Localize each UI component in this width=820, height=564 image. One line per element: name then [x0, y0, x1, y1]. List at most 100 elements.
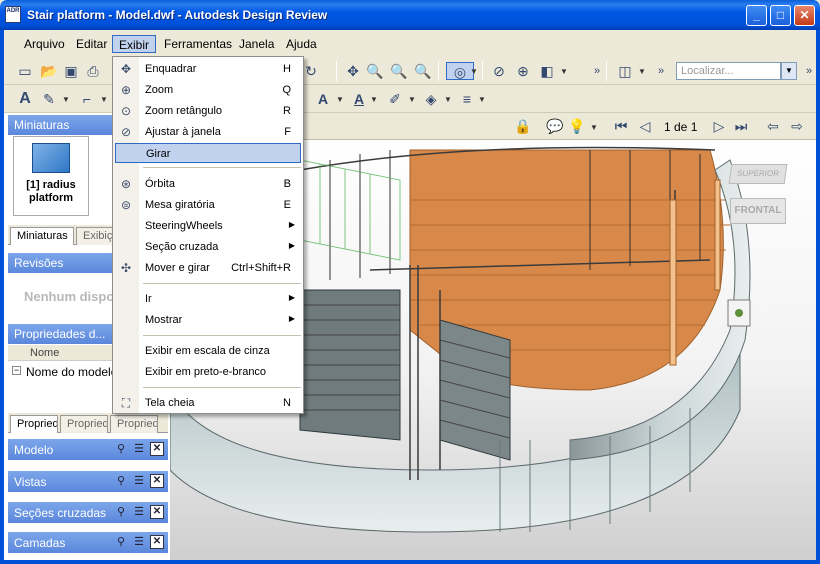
- fit-tool-icon[interactable]: 🔍: [414, 62, 432, 80]
- menu-janela[interactable]: Janela: [233, 35, 280, 53]
- menu-editar[interactable]: Editar: [70, 35, 113, 53]
- secoes-header[interactable]: Seções cruzadas ⚲ ☰ ✕: [8, 502, 168, 524]
- title-bar: ADR Stair platform - Model.dwf - Autodes…: [0, 0, 820, 30]
- comment-icon[interactable]: 💬: [546, 117, 564, 135]
- search-dropdown-icon[interactable]: ▼: [781, 62, 797, 80]
- list-icon[interactable]: ☰: [132, 474, 146, 488]
- pin-icon[interactable]: ⚲: [114, 535, 128, 549]
- rotate-icon[interactable]: ↻: [302, 62, 320, 80]
- menu-ajuda[interactable]: Ajuda: [280, 35, 323, 53]
- collapse-icon[interactable]: −: [12, 366, 21, 375]
- menu-arquivo[interactable]: Arquivo: [18, 35, 71, 53]
- line-color-icon[interactable]: ✐: [386, 90, 404, 108]
- properties-tabs: Propried Propried Propried: [8, 413, 168, 433]
- tab-propriedades-2[interactable]: Propried: [60, 415, 108, 433]
- light-icon[interactable]: 💡: [568, 117, 586, 135]
- vistas-title: Vistas: [14, 475, 47, 489]
- pin-icon[interactable]: ⚲: [114, 505, 128, 519]
- new-icon[interactable]: ▭: [16, 62, 34, 80]
- menu-item-zoom-retangulo[interactable]: ⊙ Zoom retângulo R: [113, 101, 303, 121]
- menu-item-ajustar-janela[interactable]: ⊘ Ajustar à janela F: [113, 122, 303, 142]
- turntable-tool-icon[interactable]: ⊕: [514, 62, 532, 80]
- modelo-header[interactable]: Modelo ⚲ ☰ ✕: [8, 439, 168, 461]
- save-icon[interactable]: ▣: [62, 62, 80, 80]
- menu-ferramentas[interactable]: Ferramentas: [158, 35, 238, 53]
- menu-item-zoom[interactable]: ⊕ Zoom Q: [113, 80, 303, 100]
- turntable-icon: ⊜: [120, 198, 132, 212]
- tab-miniaturas[interactable]: Miniaturas: [10, 227, 74, 245]
- viewcube-top[interactable]: SUPERIOR: [728, 164, 788, 184]
- thumbnail-label-2: platform: [29, 192, 73, 204]
- tab-propriedades-3[interactable]: Propried: [110, 415, 158, 433]
- camadas-header[interactable]: Camadas ⚲ ☰ ✕: [8, 532, 168, 554]
- lock-icon[interactable]: 🔒: [514, 117, 532, 135]
- more-tools-icon-2[interactable]: »: [652, 62, 670, 80]
- first-page-icon[interactable]: ⏮: [612, 117, 630, 135]
- open-icon[interactable]: 📂: [40, 62, 58, 80]
- vistas-header[interactable]: Vistas ⚲ ☰ ✕: [8, 471, 168, 493]
- pan-tool-icon[interactable]: ✥: [344, 62, 362, 80]
- close-icon[interactable]: ✕: [150, 505, 164, 519]
- font-color-icon[interactable]: A: [350, 90, 368, 108]
- submenu-arrow-icon: ▶: [288, 241, 295, 250]
- font-icon[interactable]: A: [314, 90, 332, 108]
- last-page-icon[interactable]: ⏭: [732, 117, 750, 135]
- more-tools-icon[interactable]: »: [588, 62, 606, 80]
- page-indicator: 1 de 1: [664, 120, 698, 134]
- close-icon[interactable]: ✕: [150, 474, 164, 488]
- menu-item-enquadrar[interactable]: ✥ Enquadrar H: [113, 59, 303, 79]
- close-icon[interactable]: ✕: [150, 442, 164, 456]
- viewcube-front[interactable]: FRONTAL: [730, 198, 786, 224]
- forward-icon[interactable]: ⇨: [788, 117, 806, 135]
- menu-exibir[interactable]: Exibir: [112, 35, 157, 53]
- menu-item-secao-cruzada[interactable]: Seção cruzada ▶: [113, 237, 303, 257]
- cube-thumbnail-icon: [32, 143, 70, 173]
- fill-color-icon[interactable]: ◈: [422, 90, 440, 108]
- submenu-arrow-icon: ▶: [288, 220, 295, 229]
- list-icon[interactable]: ☰: [132, 535, 146, 549]
- orbit-tool-icon[interactable]: ⊘: [490, 62, 508, 80]
- modelo-title: Modelo: [14, 443, 54, 457]
- pin-icon[interactable]: ⚲: [114, 474, 128, 488]
- thumbnail-radius-platform[interactable]: [1] radius platform: [13, 136, 89, 216]
- revisoes-empty-text: Nenhum dispo: [24, 289, 115, 304]
- propriedades-title: Propriedades d...: [14, 327, 106, 341]
- pen-icon[interactable]: ✎: [40, 90, 58, 108]
- tab-propriedades-1[interactable]: Propried: [10, 415, 58, 433]
- menu-item-mesa-giratoria[interactable]: ⊜ Mesa giratória E: [113, 195, 303, 215]
- menu-item-steeringwheels[interactable]: SteeringWheels ▶: [113, 216, 303, 236]
- menu-item-escala-cinza[interactable]: Exibir em escala de cinza: [113, 341, 303, 361]
- menu-item-tela-cheia[interactable]: ⛶ Tela cheia N: [113, 393, 303, 413]
- move-rotate-icon: ✣: [120, 261, 132, 275]
- menu-item-ir[interactable]: Ir ▶: [113, 289, 303, 309]
- app-icon: ADR: [5, 6, 21, 23]
- search-input[interactable]: Localizar...: [676, 62, 781, 80]
- maximize-button[interactable]: □: [770, 5, 791, 26]
- list-icon[interactable]: ☰: [132, 505, 146, 519]
- menu-item-orbita[interactable]: ⊛ Órbita B: [113, 174, 303, 194]
- close-button[interactable]: ✕: [794, 5, 815, 26]
- section-tool-icon[interactable]: ◧: [538, 62, 556, 80]
- line-weight-icon[interactable]: ≡: [458, 90, 476, 108]
- menu-item-mostrar[interactable]: Mostrar ▶: [113, 310, 303, 330]
- minimize-button[interactable]: _: [746, 5, 767, 26]
- layout-icon[interactable]: ◫: [616, 62, 634, 80]
- menu-item-girar[interactable]: Girar: [115, 143, 301, 163]
- callout-icon[interactable]: ⌐: [78, 90, 96, 108]
- next-page-icon[interactable]: ▷: [710, 117, 728, 135]
- prev-page-icon[interactable]: ◁: [636, 117, 654, 135]
- pin-icon[interactable]: ⚲: [114, 442, 128, 456]
- more-tools-icon-3[interactable]: »: [800, 62, 818, 80]
- print-icon[interactable]: ⎙: [84, 62, 102, 80]
- back-icon[interactable]: ⇦: [764, 117, 782, 135]
- list-icon[interactable]: ☰: [132, 442, 146, 456]
- text-markup-icon[interactable]: A: [16, 90, 34, 108]
- secoes-title: Seções cruzadas: [14, 506, 107, 520]
- model-marker-icon: [735, 309, 743, 317]
- zoom-out-tool-icon[interactable]: 🔍: [390, 62, 408, 80]
- zoom-tool-icon[interactable]: 🔍: [366, 62, 384, 80]
- menu-item-preto-branco[interactable]: Exibir em preto-e-branco: [113, 362, 303, 382]
- close-icon[interactable]: ✕: [150, 535, 164, 549]
- navigation-bar: 🔒 💬 💡 ▼ ⏮ ◁ 1 de 1 ▷ ⏭ ⇦ ⇨: [300, 113, 816, 140]
- menu-item-mover-girar[interactable]: ✣ Mover e girar Ctrl+Shift+R: [113, 258, 303, 278]
